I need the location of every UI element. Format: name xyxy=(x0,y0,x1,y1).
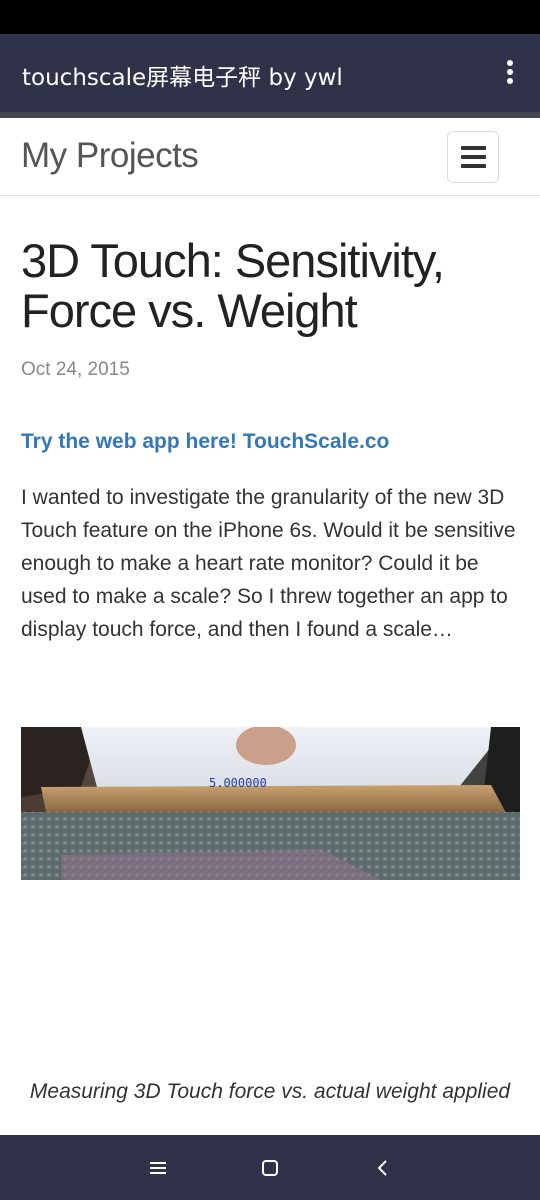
menu-lines-icon[interactable] xyxy=(143,1153,173,1183)
web-app-link[interactable]: Try the web app here! TouchScale.co xyxy=(21,430,389,454)
status-bar xyxy=(0,0,540,34)
hero-readout: 5.000000 xyxy=(209,776,267,790)
site-title[interactable]: My Projects xyxy=(21,136,199,176)
more-vert-icon[interactable] xyxy=(504,60,516,86)
system-nav-bar xyxy=(0,1135,540,1200)
hamburger-menu-icon[interactable] xyxy=(447,131,499,183)
site-header: My Projects xyxy=(0,118,540,196)
post-title: 3D Touch: Sensitivity, Force vs. Weight xyxy=(21,234,445,337)
square-home-icon[interactable] xyxy=(255,1153,285,1183)
hero-image: 5.000000 xyxy=(21,727,520,880)
app-title: touchscale屏幕电子秤 by ywl xyxy=(22,65,343,91)
post-intro: I wanted to investigate the granularity … xyxy=(21,486,516,641)
image-caption: Measuring 3D Touch force vs. actual weig… xyxy=(29,1080,511,1103)
post-date: Oct 24, 2015 xyxy=(21,359,130,380)
app-bar: touchscale屏幕电子秤 by ywl xyxy=(0,34,540,112)
back-chevron-icon[interactable] xyxy=(368,1153,398,1183)
